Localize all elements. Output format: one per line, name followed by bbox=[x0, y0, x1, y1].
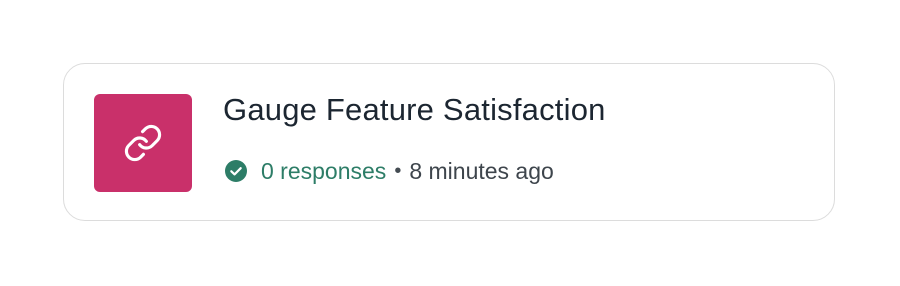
meta-separator: • bbox=[394, 159, 402, 182]
check-circle-icon bbox=[225, 160, 247, 182]
survey-card[interactable]: Gauge Feature Satisfaction 0 responses •… bbox=[63, 63, 835, 221]
survey-meta: 0 responses • 8 minutes ago bbox=[225, 154, 554, 188]
timestamp: 8 minutes ago bbox=[409, 157, 554, 184]
responses-count-link[interactable]: 0 responses bbox=[261, 158, 386, 185]
link-icon bbox=[124, 124, 162, 162]
survey-title[interactable]: Gauge Feature Satisfaction bbox=[223, 90, 606, 130]
survey-thumbnail bbox=[94, 94, 192, 192]
